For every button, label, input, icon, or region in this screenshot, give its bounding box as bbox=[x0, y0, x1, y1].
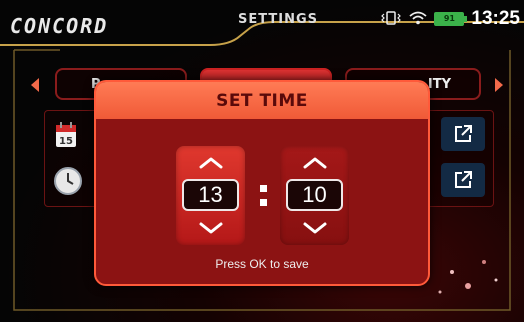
status-area: 91 13:25 bbox=[380, 8, 520, 30]
edit-time-button[interactable] bbox=[441, 163, 485, 197]
edit-date-button[interactable] bbox=[441, 117, 485, 151]
save-hint: Press OK to save bbox=[215, 257, 309, 271]
hours-decrease-icon[interactable] bbox=[198, 221, 224, 235]
tab-3-label: ITY bbox=[427, 76, 451, 92]
minutes-spinner[interactable]: 10 bbox=[280, 146, 349, 245]
separator-dot-top bbox=[260, 185, 267, 192]
next-tab-arrow[interactable] bbox=[495, 78, 503, 92]
previous-tab-arrow[interactable] bbox=[31, 78, 39, 92]
external-edit-icon bbox=[455, 171, 472, 188]
clock-icon bbox=[53, 166, 82, 195]
time-separator bbox=[260, 183, 267, 207]
set-time-dialog: SET TIME 13 10 Press OK to save bbox=[94, 80, 430, 286]
header-bar: CONCORD SETTINGS 91 13:25 bbox=[0, 0, 524, 46]
minutes-increase-icon[interactable] bbox=[302, 156, 328, 170]
dialog-title: SET TIME bbox=[216, 90, 308, 111]
hours-value[interactable]: 13 bbox=[182, 179, 239, 211]
settings-screen: CONCORD SETTINGS 91 13:25 P ITY 15 bbox=[0, 0, 524, 322]
minutes-decrease-icon[interactable] bbox=[302, 221, 328, 235]
wifi-icon bbox=[409, 10, 427, 29]
vibrate-icon bbox=[380, 10, 402, 29]
separator-dot-bottom bbox=[260, 199, 267, 206]
minutes-value[interactable]: 10 bbox=[286, 179, 343, 211]
dialog-header: SET TIME bbox=[96, 82, 428, 119]
brand-logo: CONCORD bbox=[10, 14, 109, 38]
hours-spinner[interactable]: 13 bbox=[176, 146, 245, 245]
page-title: SETTINGS bbox=[238, 12, 319, 27]
external-edit-icon bbox=[455, 125, 472, 142]
calendar-day-text: 15 bbox=[59, 136, 73, 147]
status-clock: 13:25 bbox=[471, 8, 520, 29]
hours-increase-icon[interactable] bbox=[198, 156, 224, 170]
battery-icon: 91 bbox=[434, 12, 468, 26]
calendar-icon: 15 bbox=[53, 121, 79, 147]
